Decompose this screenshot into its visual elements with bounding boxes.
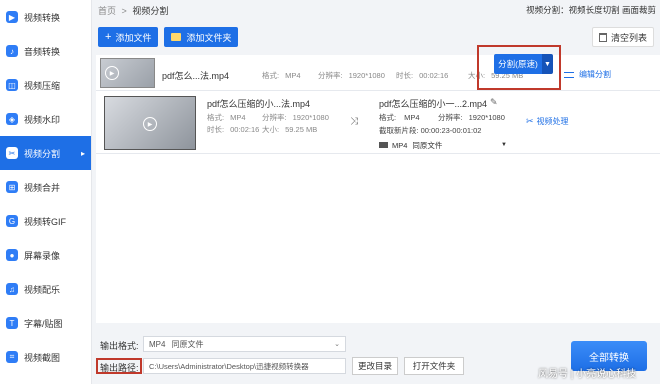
resolution-value: 1920*1080: [348, 71, 385, 80]
output-format-label: 输出格式:: [100, 341, 139, 351]
sidebar-item-label: 屏幕录像: [24, 250, 61, 261]
sidebar-item-audio-convert[interactable]: ♪ 音频转换: [0, 34, 91, 68]
sidebar-item-label: 视频分割: [24, 148, 61, 159]
video-watermark-icon: ◈: [6, 113, 18, 125]
sidebar-item-video-compress[interactable]: ◫ 视频压缩: [0, 68, 91, 102]
file-list: ▶ pdf怎么...法.mp4 格式: MP4 分辨率: 1920*1080 时长:…: [96, 55, 660, 323]
video-compress-icon: ◫: [6, 79, 18, 91]
sidebar-item-label: 视频水印: [24, 114, 61, 125]
shuffle-icon: ⤨: [350, 116, 358, 127]
sidebar-item-video-convert[interactable]: ▶ 视频转换: [0, 0, 91, 34]
add-folder-button[interactable]: 添加文件夹: [164, 27, 239, 47]
audio-convert-icon: ♪: [6, 45, 18, 57]
video-process-button[interactable]: ✂ 视频处理: [526, 116, 569, 127]
list-item[interactable]: ▶ pdf怎么压缩的小...法.mp4 格式: MP4 分辨率: 1920*1080…: [96, 92, 660, 154]
sidebar-item-label: 音频转换: [24, 46, 61, 57]
open-folder-button[interactable]: 打开文件夹: [404, 357, 464, 375]
sidebar: ▶ 视频转换 ♪ 音频转换 ◫ 视频压缩 ◈ 视频水印 ✂ 视频分割 ▸ ⊞ 视…: [0, 0, 92, 384]
list-item[interactable]: ▶ pdf怎么...法.mp4 格式: MP4 分辨率: 1920*1080 时长:…: [96, 55, 660, 91]
gif-icon: G: [6, 215, 18, 227]
chevron-down-icon: ▼: [544, 60, 551, 68]
sidebar-item-screenshot[interactable]: ⌗ 视频截图: [0, 340, 91, 374]
sidebar-item-video-merge[interactable]: ⊞ 视频合并: [0, 170, 91, 204]
file-name: pdf怎么...法.mp4: [162, 71, 230, 81]
sidebar-item-label: 视频合并: [24, 182, 61, 193]
screenshot-icon: ⌗: [6, 351, 18, 363]
split-edit-icon: [564, 71, 574, 78]
target-file-name: pdf怎么压缩的小一...2.mp4: [379, 99, 488, 109]
sidebar-item-label: 视频转换: [24, 12, 61, 23]
video-thumbnail: ▶: [104, 96, 196, 150]
sidebar-item-screen-record[interactable]: ● 屏幕录像: [0, 238, 91, 272]
change-dir-button[interactable]: 更改目录: [352, 357, 398, 375]
plus-icon: +: [105, 30, 112, 43]
music-icon: ♫: [6, 283, 18, 295]
sidebar-item-subtitle[interactable]: T 字幕/贴图: [0, 306, 91, 340]
sidebar-item-label: 视频转GIF: [24, 216, 66, 227]
subtitle-icon: T: [6, 317, 18, 329]
sidebar-item-video-split[interactable]: ✂ 视频分割 ▸: [0, 136, 91, 170]
feature-hint: 视频分割：视频长度切割 画面裁剪: [526, 5, 656, 15]
breadcrumb-current: 视频分割: [132, 5, 169, 16]
source-file-name: pdf怎么压缩的小...法.mp4: [207, 99, 311, 109]
sidebar-item-label: 字幕/贴图: [24, 318, 63, 329]
sidebar-item-video-music[interactable]: ♫ 视频配乐: [0, 272, 91, 306]
output-format-dropdown[interactable]: MP4 同原文件 ⌄: [143, 336, 346, 352]
sidebar-item-video-watermark[interactable]: ◈ 视频水印: [0, 102, 91, 136]
format-value: MP4: [285, 71, 301, 80]
chevron-right-icon: ▸: [80, 148, 85, 158]
duration-value: 00:02:16: [419, 71, 449, 80]
chevron-down-icon: ⌄: [334, 341, 340, 348]
sidebar-item-video-gif[interactable]: G 视频转GIF: [0, 204, 91, 238]
scissors-icon: ✂: [526, 116, 534, 126]
edit-split-button[interactable]: 编辑分割: [564, 69, 611, 80]
trash-icon: [598, 32, 607, 42]
screen-record-icon: ●: [6, 249, 18, 261]
video-format-icon: [379, 142, 388, 148]
sidebar-item-label: 视频截图: [24, 352, 61, 363]
clear-list-button[interactable]: 清空列表: [591, 27, 654, 47]
chevron-down-icon: ▼: [501, 142, 507, 148]
output-path-label: 输出路径:: [100, 363, 139, 373]
breadcrumb-home[interactable]: 首页: [98, 6, 116, 16]
toolbar: + 添加文件 添加文件夹 清空列表: [92, 22, 660, 52]
split-button[interactable]: 分割(原速): [494, 54, 542, 74]
breadcrumb: 首页 > 视频分割: [98, 5, 169, 16]
video-split-icon: ✂: [6, 147, 18, 159]
output-format-select[interactable]: MP4 同原文件 ▼: [379, 139, 507, 151]
video-thumbnail: ▶: [100, 58, 155, 88]
sidebar-item-label: 视频压缩: [24, 80, 61, 91]
clip-range: 00:00:23-00:01:02: [420, 126, 482, 135]
add-file-button[interactable]: + 添加文件: [98, 27, 159, 47]
play-icon[interactable]: ▶: [105, 66, 119, 80]
sidebar-item-label: 视频配乐: [24, 284, 61, 295]
split-dropdown-button[interactable]: ▼: [542, 54, 553, 74]
pencil-icon[interactable]: ✎: [490, 97, 498, 108]
video-convert-icon: ▶: [6, 11, 18, 23]
folder-icon: [171, 33, 182, 41]
play-icon[interactable]: ▶: [143, 117, 157, 131]
video-merge-icon: ⊞: [6, 181, 18, 193]
output-path-input[interactable]: C:\Users\Administrator\Desktop\迅捷视频转换器: [143, 358, 346, 374]
watermark: 风易号 | 小亮说心科技: [538, 369, 637, 380]
